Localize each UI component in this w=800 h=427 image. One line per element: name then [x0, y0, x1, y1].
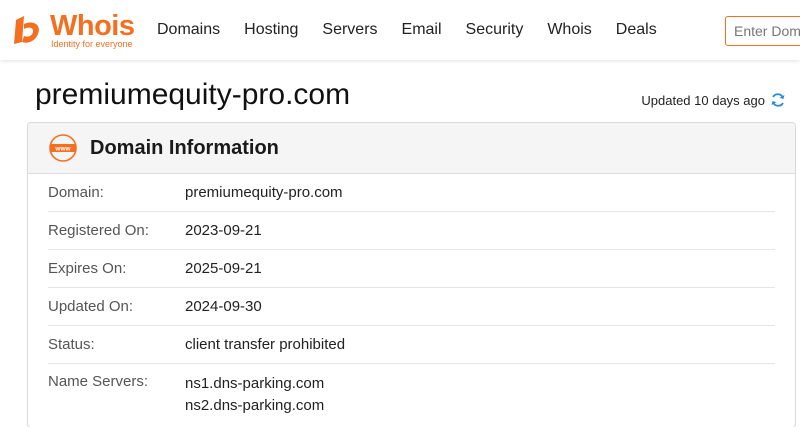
row-label: Name Servers: [48, 373, 149, 390]
updated-status: Updated 10 days ago [641, 92, 786, 108]
row-label: Domain: [48, 184, 104, 201]
logo-tagline: Identity for everyone [51, 39, 133, 49]
row-value: 2025-09-21 [185, 260, 262, 277]
row-label: Updated On: [48, 298, 134, 315]
nav-email[interactable]: Email [402, 21, 442, 39]
row-value: premiumequity-pro.com [185, 184, 343, 201]
main-nav: Domains Hosting Servers Email Security W… [145, 0, 669, 60]
row-value: 2023-09-21 [185, 222, 262, 239]
domain-information-card: www Domain Information Domain: premiumeq… [27, 122, 796, 427]
name-server-list: ns1.dns-parking.com ns2.dns-parking.com [185, 373, 324, 417]
info-row-registered-on: Registered On: 2023-09-21 [48, 212, 775, 250]
name-server-item: ns1.dns-parking.com [185, 375, 325, 392]
whois-logo[interactable]: Whois Identity for everyone [10, 10, 135, 50]
top-navigation-bar: Whois Identity for everyone Domains Host… [0, 0, 800, 60]
card-header: www Domain Information [28, 123, 795, 174]
info-row-domain: Domain: premiumequity-pro.com [48, 174, 775, 212]
info-row-updated-on: Updated On: 2024-09-30 [48, 288, 775, 326]
row-value: 2024-09-30 [185, 298, 262, 315]
search-input[interactable] [725, 16, 800, 46]
nav-whois[interactable]: Whois [547, 21, 591, 39]
row-label: Status: [48, 336, 95, 353]
row-value: client transfer prohibited [185, 336, 346, 353]
info-row-status: Status: client transfer prohibited [48, 326, 775, 364]
updated-text: Updated 10 days ago [641, 92, 765, 108]
page-title: premiumequity-pro.com [35, 78, 351, 111]
name-server-item: ns2.dns-parking.com [185, 397, 325, 414]
svg-text:www: www [54, 146, 71, 153]
row-label: Expires On: [48, 260, 127, 277]
www-icon: www [49, 134, 77, 162]
nav-domains[interactable]: Domains [157, 21, 220, 39]
info-row-name-servers: Name Servers: ns1.dns-parking.com ns2.dn… [48, 364, 775, 427]
refresh-icon[interactable] [770, 92, 786, 108]
row-label: Registered On: [48, 222, 149, 239]
nav-security[interactable]: Security [466, 21, 524, 39]
logo-wordmark: Whois [50, 10, 135, 42]
domain-info-table: Domain: premiumequity-pro.com Registered… [28, 174, 795, 427]
logo-mark-icon [14, 16, 39, 44]
nav-deals[interactable]: Deals [616, 21, 657, 39]
info-row-expires-on: Expires On: 2025-09-21 [48, 250, 775, 288]
card-title: Domain Information [90, 136, 279, 159]
nav-servers[interactable]: Servers [322, 21, 377, 39]
nav-hosting[interactable]: Hosting [244, 21, 298, 39]
